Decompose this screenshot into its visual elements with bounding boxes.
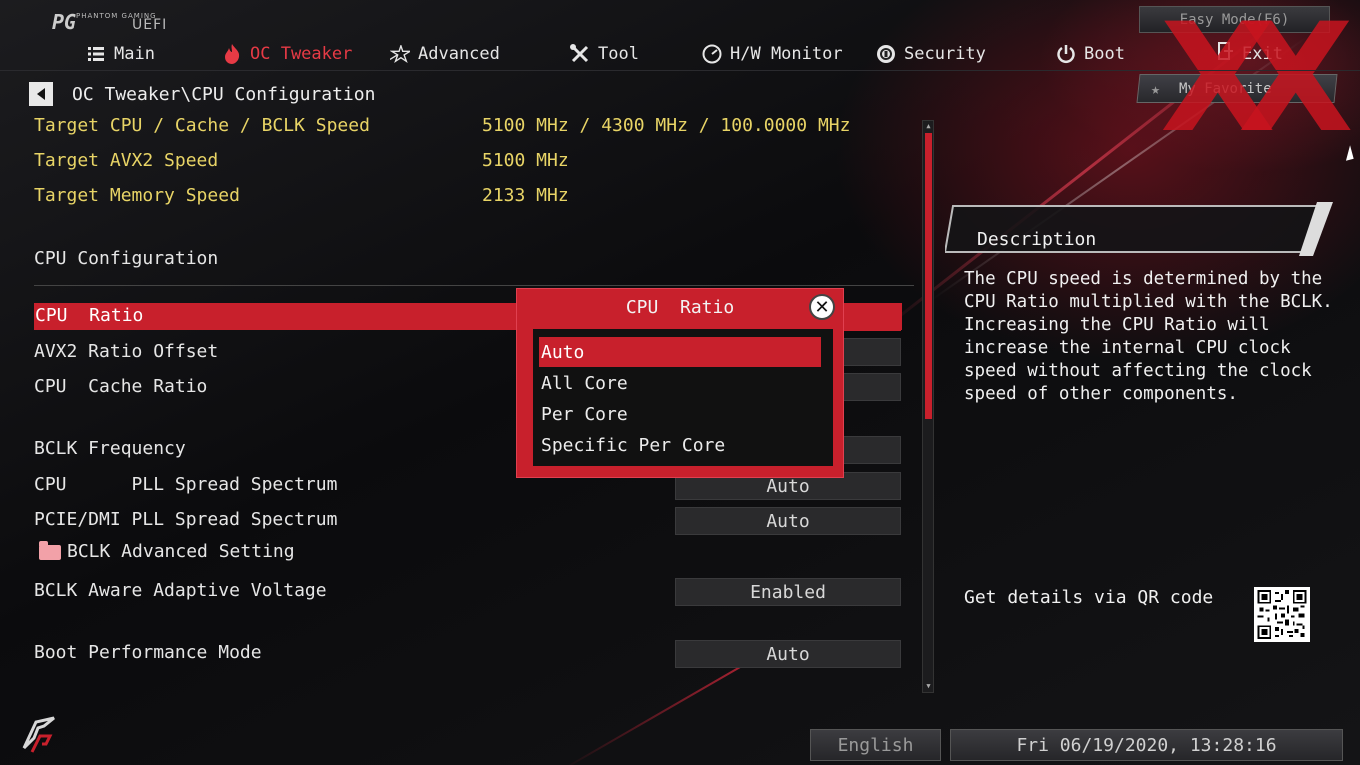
popup-option-all-core[interactable]: All Core <box>539 368 821 398</box>
tab-label: Security <box>904 44 986 64</box>
setting-label: CPU Ratio <box>35 305 144 326</box>
uefi-text: UEFI <box>132 17 168 33</box>
popup-title: CPU Ratio <box>625 297 735 318</box>
pg-logo-icon: PG <box>52 10 77 34</box>
qr-label: Get details via QR code <box>964 587 1214 608</box>
close-icon[interactable]: ✕ <box>809 294 835 320</box>
scrollbar-thumb[interactable] <box>925 133 932 419</box>
target-memory-value: 2133 MHz <box>482 185 569 206</box>
phantom-gaming-logo: PG PHANTOM GAMING UEFI <box>52 8 192 36</box>
setting-label-bclk-aware-voltage[interactable]: BCLK Aware Adaptive Voltage <box>34 580 327 601</box>
setting-label-boot-performance[interactable]: Boot Performance Mode <box>34 642 262 663</box>
tab-label: H/W Monitor <box>730 44 843 64</box>
target-avx2-value: 5100 MHz <box>482 150 569 171</box>
section-divider <box>34 285 914 286</box>
target-memory-label: Target Memory Speed <box>34 185 240 206</box>
tab-label: Tool <box>598 44 639 64</box>
star-icon <box>390 44 410 64</box>
setting-label-bclk-advanced[interactable]: BCLK Advanced Setting <box>67 541 295 562</box>
qr-code <box>1254 587 1310 642</box>
description-text: The CPU speed is determined by the CPU R… <box>964 269 1333 404</box>
boot-performance-value[interactable]: Auto <box>675 640 901 668</box>
tab-label: Advanced <box>418 44 500 64</box>
scroll-up-icon[interactable]: ▲ <box>924 122 933 131</box>
setting-label-pcie-pll-spread[interactable]: PCIE/DMI PLL Spread Spectrum <box>34 509 337 530</box>
popup-options-list: Auto All Core Per Core Specific Per Core <box>533 329 833 466</box>
breadcrumb: OC Tweaker\CPU Configuration <box>72 84 376 105</box>
tab-main[interactable]: Main <box>86 42 155 66</box>
tab-advanced[interactable]: Advanced <box>390 42 500 66</box>
shield-icon <box>876 44 896 64</box>
bclk-aware-voltage-value[interactable]: Enabled <box>675 578 901 606</box>
cpu-ratio-popup: CPU Ratio ✕ Auto All Core Per Core Speci… <box>516 288 844 478</box>
tab-label: Boot <box>1084 44 1125 64</box>
tab-label: OC Tweaker <box>250 44 353 64</box>
watermark-logo: X X <box>1160 0 1354 166</box>
scrollbar[interactable]: ▲ ▼ <box>922 120 934 693</box>
popup-option-specific-per-core[interactable]: Specific Per Core <box>539 430 821 460</box>
target-cpu-value: 5100 MHz / 4300 MHz / 100.0000 MHz <box>482 115 851 136</box>
tools-icon <box>570 44 590 64</box>
language-button[interactable]: English <box>810 729 941 761</box>
setting-label-avx2-ratio-offset[interactable]: AVX2 Ratio Offset <box>34 341 218 362</box>
datetime-display: Fri 06/19/2020, 13:28:16 <box>950 729 1343 761</box>
tab-oc-tweaker[interactable]: OC Tweaker <box>222 42 352 66</box>
target-avx2-label: Target AVX2 Speed <box>34 150 219 171</box>
tab-hw-monitor[interactable]: H/W Monitor <box>702 42 843 66</box>
popup-option-auto[interactable]: Auto <box>539 337 821 367</box>
setting-label-cpu-pll-spread[interactable]: CPU PLL Spread Spectrum <box>34 474 337 495</box>
favorite-star-icon: ★ <box>1150 80 1160 98</box>
popup-option-per-core[interactable]: Per Core <box>539 399 821 429</box>
tab-security[interactable]: Security <box>876 42 986 66</box>
pg-footer-logo-icon <box>14 708 64 758</box>
flame-icon <box>222 44 242 64</box>
power-icon <box>1056 44 1076 64</box>
scroll-down-icon[interactable]: ▼ <box>924 682 933 691</box>
tab-label: Main <box>114 44 155 64</box>
header-divider <box>0 70 1360 71</box>
monitor-icon <box>702 44 722 64</box>
description-title: Description <box>977 229 1097 250</box>
section-title: CPU Configuration <box>34 248 219 269</box>
setting-label-cpu-cache-ratio[interactable]: CPU Cache Ratio <box>34 376 207 397</box>
back-button[interactable] <box>29 82 53 106</box>
tab-tool[interactable]: Tool <box>570 42 639 66</box>
pcie-pll-spread-value[interactable]: Auto <box>675 507 901 535</box>
tab-boot[interactable]: Boot <box>1056 42 1125 66</box>
setting-label-bclk-frequency[interactable]: BCLK Frequency <box>34 438 186 459</box>
folder-icon <box>39 541 61 560</box>
target-cpu-label: Target CPU / Cache / BCLK Speed <box>34 115 370 136</box>
list-icon <box>86 44 106 64</box>
